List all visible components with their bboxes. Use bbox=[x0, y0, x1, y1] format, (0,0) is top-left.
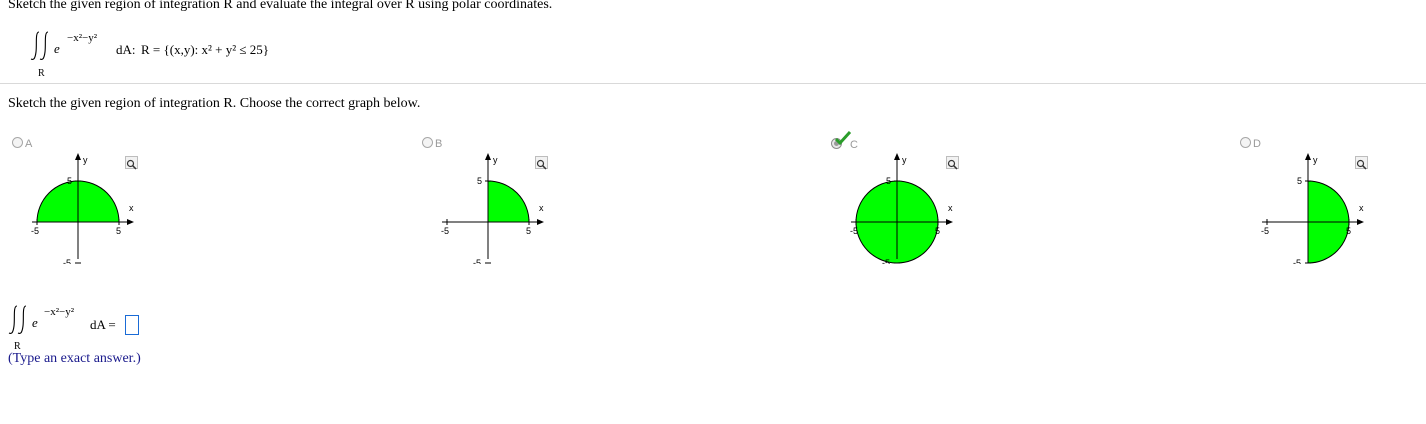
region-fill bbox=[487, 180, 530, 223]
tick-label-y-neg: -5 bbox=[63, 258, 71, 264]
tick-label-x-neg: -5 bbox=[850, 226, 858, 236]
answer-integrand-base: e bbox=[32, 315, 38, 330]
double-integral-icon bbox=[8, 304, 34, 341]
x-axis-arrow bbox=[127, 219, 134, 225]
y-axis-label: y bbox=[1313, 155, 1318, 165]
y-axis-label: y bbox=[902, 155, 907, 165]
region-plot: y x -5 5 5 -5 bbox=[850, 153, 953, 268]
option-d-zoom-icon[interactable] bbox=[1355, 156, 1368, 170]
divider bbox=[0, 83, 1426, 84]
question-prompt: Sketch the given region of integration R… bbox=[8, 0, 553, 12]
answer-input[interactable] bbox=[125, 315, 139, 335]
tick-label-y-neg: -5 bbox=[473, 258, 481, 264]
option-c-zoom-icon[interactable] bbox=[946, 156, 959, 170]
question-integral: e −x²−y² dA: R = {(x,y): x² + y² ≤ 25} R bbox=[30, 30, 350, 80]
y-axis-arrow bbox=[894, 153, 900, 160]
option-b-radio[interactable] bbox=[422, 137, 433, 148]
y-axis-arrow bbox=[1305, 153, 1311, 160]
tick-label-x-pos: 5 bbox=[526, 226, 531, 236]
region-label: R bbox=[38, 68, 45, 79]
answer-integral: e −x²−y² dA = R bbox=[8, 304, 208, 354]
region-plot: y x -5 5 5 -5 bbox=[441, 153, 544, 268]
option-c-label: C bbox=[850, 139, 858, 151]
option-a-graph[interactable]: y x -5 5 5 -5 bbox=[22, 152, 134, 268]
option-a-label: A bbox=[25, 138, 33, 150]
tick-label-x-pos: 5 bbox=[116, 226, 121, 236]
tick-label-y-neg: -5 bbox=[1293, 258, 1301, 264]
region-definition: R = {(x,y): x² + y² ≤ 25} bbox=[141, 42, 270, 57]
tick-label-x-pos: 5 bbox=[1346, 226, 1351, 236]
region-plot: y x -5 5 5 -5 bbox=[31, 153, 134, 268]
option-b-zoom-icon[interactable] bbox=[535, 156, 548, 170]
tick-label-y-pos: 5 bbox=[477, 176, 482, 186]
y-axis-arrow bbox=[75, 153, 81, 160]
tick-label-x-neg: -5 bbox=[1261, 226, 1269, 236]
tick-label-x-neg: -5 bbox=[441, 226, 449, 236]
x-axis-label: x bbox=[129, 203, 134, 213]
option-b-graph[interactable]: y x -5 5 5 -5 bbox=[432, 152, 544, 268]
region-plot: y x -5 5 5 -5 bbox=[1261, 153, 1364, 268]
differential: dA: bbox=[116, 42, 136, 57]
integrand-exponent: −x²−y² bbox=[67, 32, 98, 44]
x-axis-arrow bbox=[1357, 219, 1364, 225]
part1-prompt: Sketch the given region of integration R… bbox=[8, 96, 421, 111]
option-b-label: B bbox=[435, 138, 443, 150]
y-axis-label: y bbox=[493, 155, 498, 165]
correct-checkmark-icon bbox=[834, 130, 852, 150]
y-axis-arrow bbox=[485, 153, 491, 160]
option-c-graph[interactable]: y x -5 5 5 -5 bbox=[841, 152, 953, 268]
x-axis-arrow bbox=[537, 219, 544, 225]
option-a-radio[interactable] bbox=[12, 137, 23, 148]
option-d-radio[interactable] bbox=[1240, 137, 1251, 148]
integrand-base: e bbox=[54, 41, 60, 56]
tick-label-y-pos: 5 bbox=[67, 176, 72, 186]
answer-hint: (Type an exact answer.) bbox=[8, 351, 141, 366]
y-axis-label: y bbox=[83, 155, 88, 165]
option-a-zoom-icon[interactable] bbox=[125, 156, 138, 170]
x-axis-label: x bbox=[948, 203, 953, 213]
tick-label-y-pos: 5 bbox=[1297, 176, 1302, 186]
double-integral-icon bbox=[30, 30, 56, 67]
tick-label-y-neg: -5 bbox=[882, 258, 890, 264]
tick-label-x-pos: 5 bbox=[935, 226, 940, 236]
answer-differential: dA = bbox=[90, 317, 116, 332]
answer-integrand-exponent: −x²−y² bbox=[44, 306, 75, 318]
x-axis-arrow bbox=[946, 219, 953, 225]
x-axis-label: x bbox=[539, 203, 544, 213]
option-d-label: D bbox=[1253, 138, 1261, 150]
option-d-graph[interactable]: y x -5 5 5 -5 bbox=[1252, 152, 1364, 268]
x-axis-label: x bbox=[1359, 203, 1364, 213]
tick-label-y-pos: 5 bbox=[886, 176, 891, 186]
tick-label-x-neg: -5 bbox=[31, 226, 39, 236]
